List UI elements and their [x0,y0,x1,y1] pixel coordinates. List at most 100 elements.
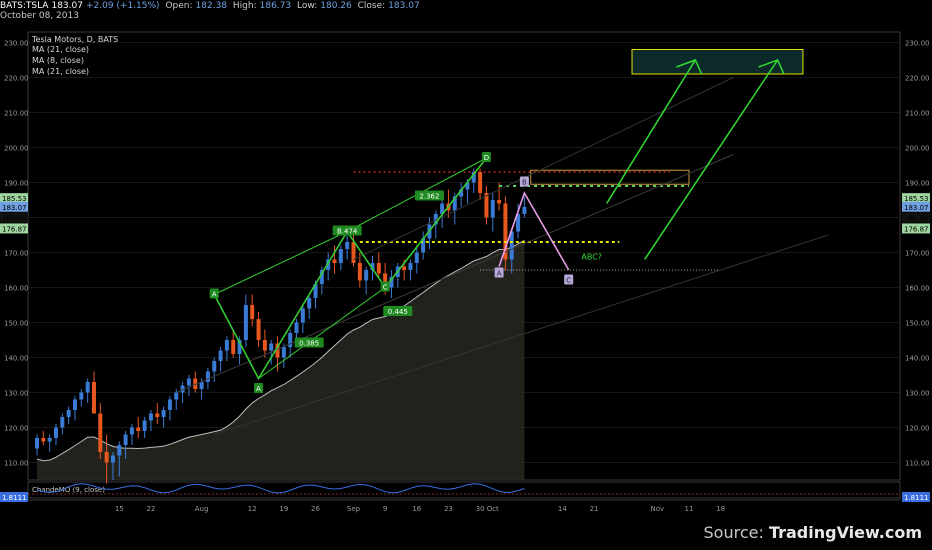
candle [167,396,172,421]
pattern-label: C [566,277,571,285]
pattern-label: A [497,270,502,278]
candle-body [250,305,255,319]
legend-item[interactable]: MA (21, close) [32,45,89,54]
price-badge-text: 176.87 [904,225,929,233]
legend-item[interactable]: MA (21, close) [32,67,89,76]
candle-body [345,242,350,249]
y-tick-right: 130.00 [905,390,930,398]
candle [180,382,185,403]
pattern-label: 2.362 [419,193,439,201]
candle [161,406,166,428]
candle [79,389,84,407]
candle-body [142,420,147,431]
symbol: BATS:TSLA [0,1,49,11]
pattern-label: C [383,284,388,292]
candle [459,182,464,207]
candle [60,413,65,435]
x-tick-label: Sep [347,505,361,513]
price-badge-text: 180.00 [2,215,27,223]
high-label: High: [232,1,257,11]
candle [522,196,527,218]
y-tick-left: 230.00 [4,40,29,48]
y-tick-left: 150.00 [4,320,29,328]
close-value: 183.07 [388,1,420,11]
candle-body [110,455,115,463]
legend-item[interactable]: MA (8, close) [32,56,84,65]
tsla-chart[interactable]: 110.00 110.00120.00 120.00130.00 130.00140.… [0,0,932,550]
candle-body [72,399,77,410]
candle [47,434,52,452]
candle [66,406,71,424]
y-tick-right: 190.00 [905,180,930,188]
y-tick-left: 170.00 [4,250,29,258]
y-tick-left: 210.00 [4,110,29,118]
candle-body [155,413,160,417]
candle [136,417,141,438]
candle [91,371,96,414]
candle [300,305,305,333]
candle [218,347,223,372]
candle-body [117,445,122,456]
candle-body [256,319,261,340]
candle [395,263,400,288]
target-arrow [644,59,779,260]
candle-body [186,378,191,386]
candle [41,431,46,445]
candle-body [414,252,419,263]
x-tick-label: 15 [115,505,124,513]
candle [345,235,350,260]
candle [85,378,90,403]
candle-body [104,452,109,463]
candle-body [231,340,236,354]
candle-body [53,427,58,438]
x-tick-label: 21 [590,505,599,513]
candle [243,294,248,347]
price-badge-text: 183.07 [904,204,929,212]
price-badge-text: 180.00 [904,215,929,223]
candle-body [47,438,52,442]
candle-body [123,434,128,445]
candle-body [60,417,65,428]
y-tick-right: 140.00 [905,355,930,363]
last-price: 183.07 [51,1,83,11]
candle [250,294,255,326]
y-tick-right: 160.00 [905,285,930,293]
legend-title: Tesla Motors, D, BATS [32,35,119,44]
y-tick-right: 120.00 [905,425,930,433]
candle-body [497,200,502,204]
indicator-badge-text: 1.8111 [2,494,27,502]
candle-body [212,361,217,372]
price-change: +2.09 (+1.15%) [85,1,160,11]
candle [212,357,217,382]
y-tick-left: 140.00 [4,355,29,363]
candle-body [490,200,495,218]
price-badge-text: 183.07 [2,204,27,212]
candle-body [243,305,248,340]
candle-body [85,382,90,393]
candle-body [357,263,362,281]
pattern-label: A [256,385,261,393]
chande-line [36,483,525,494]
candle [484,186,489,225]
pattern-label: 0.445 [388,308,408,316]
candle-body [174,392,179,400]
y-tick-right: 150.00 [905,320,930,328]
candle [490,193,495,232]
low-label: Low: [297,1,318,11]
pattern-annotation: ABC? [581,253,602,262]
x-tick-label: 19 [279,505,288,513]
candle [193,371,198,393]
y-tick-right: 110.00 [905,460,930,468]
candle [478,168,483,200]
y-tick-left: 120.00 [4,425,29,433]
y-tick-left: 220.00 [4,75,29,83]
pattern-label: B.474 [337,228,358,236]
candle-body [35,438,39,449]
candle-body [218,350,223,361]
candle-body [351,242,356,263]
pattern-label: 0.385 [299,340,319,348]
candle [421,231,426,260]
candle-body [199,382,204,389]
candle [503,196,508,270]
candle-body [281,347,286,358]
